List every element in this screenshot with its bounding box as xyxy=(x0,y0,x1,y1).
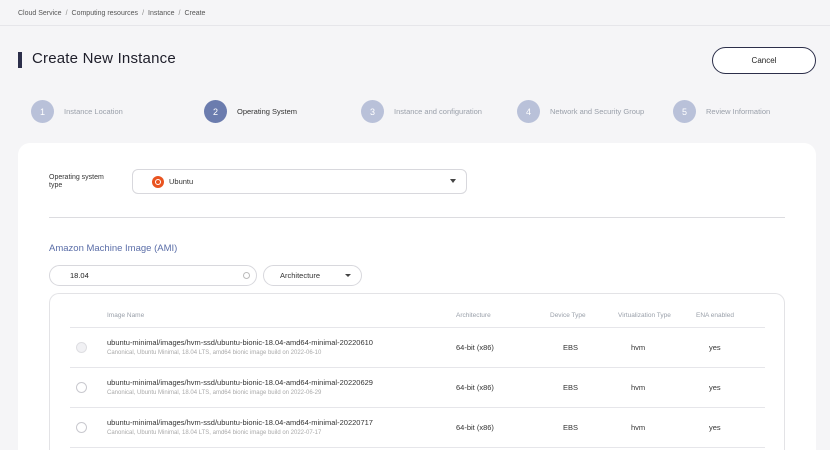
architecture-filter-label: Architecture xyxy=(280,271,321,280)
step-operating-system[interactable]: 2 Operating System xyxy=(204,100,297,123)
ami-table: Image Name Architecture Device Type Virt… xyxy=(49,293,785,450)
section-divider xyxy=(49,217,785,218)
ubuntu-logo-icon xyxy=(152,175,164,188)
header-divider xyxy=(0,25,830,26)
architecture-filter-select[interactable]: Architecture xyxy=(263,265,362,286)
virtualization-cell: hvm xyxy=(631,423,646,432)
breadcrumb: Cloud Service / Computing resources / In… xyxy=(18,8,205,18)
step-number: 3 xyxy=(361,100,384,123)
ena-cell: yes xyxy=(709,343,721,352)
os-type-label: Operating system type xyxy=(49,174,104,189)
architecture-cell: 64-bit (x86) xyxy=(456,343,494,352)
step-number: 2 xyxy=(204,100,227,123)
table-row[interactable]: ubuntu-minimal/images/hvm-ssd/ubuntu-bio… xyxy=(70,407,765,447)
breadcrumb-create: Create xyxy=(184,9,206,17)
virtualization-cell: hvm xyxy=(631,343,646,352)
image-description: Canonical, Ubuntu Minimal, 18.04 LTS, am… xyxy=(107,350,322,356)
ami-section-title: Amazon Machine Image (AMI) xyxy=(49,243,178,254)
column-header-ena-enabled: ENA enabled xyxy=(696,312,734,319)
wizard-stepper: 1 Instance Location 2 Operating System 3… xyxy=(0,100,830,126)
column-header-image-name: Image Name xyxy=(107,312,145,319)
breadcrumb-computing-resources[interactable]: Computing resources xyxy=(72,10,139,17)
ena-cell: yes xyxy=(709,383,721,392)
step-instance-configuration[interactable]: 3 Instance and configuration xyxy=(361,100,482,123)
step-number: 5 xyxy=(673,100,696,123)
column-header-device-type: Device Type xyxy=(550,312,586,319)
row-select-radio[interactable] xyxy=(76,382,87,393)
image-name: ubuntu-minimal/images/hvm-ssd/ubuntu-bio… xyxy=(107,378,373,387)
step-label: Review Information xyxy=(706,107,771,116)
row-select-radio[interactable] xyxy=(76,422,87,433)
architecture-cell: 64-bit (x86) xyxy=(456,383,494,392)
step-label: Operating System xyxy=(237,107,298,116)
device-type-cell: EBS xyxy=(563,383,579,392)
step-number: 1 xyxy=(31,100,54,123)
step-network-security[interactable]: 4 Network and Security Group xyxy=(517,100,644,123)
page-title: Create New Instance xyxy=(32,50,176,67)
chevron-down-icon xyxy=(345,274,351,277)
operating-system-card: Operating system type Ubuntu Amazon Mach… xyxy=(18,143,816,450)
column-header-architecture: Architecture xyxy=(456,312,491,319)
column-header-virtualization-type: Virtualization Type xyxy=(618,312,671,319)
os-type-value: Ubuntu xyxy=(169,177,194,186)
os-type-select[interactable]: Ubuntu xyxy=(132,169,467,194)
device-type-cell: EBS xyxy=(563,423,579,432)
table-row[interactable]: ubuntu-minimal/images/hvm-ssd/ubuntu-bio… xyxy=(70,367,765,407)
step-number: 4 xyxy=(517,100,540,123)
architecture-cell: 64-bit (x86) xyxy=(456,423,494,432)
ena-cell: yes xyxy=(709,423,721,432)
chevron-down-icon xyxy=(450,179,456,183)
search-value: 18.04 xyxy=(70,271,89,280)
image-description: Canonical, Ubuntu Minimal, 18.04 LTS, am… xyxy=(107,430,322,436)
step-label: Instance Location xyxy=(64,107,123,116)
title-accent-bar xyxy=(18,52,22,68)
breadcrumb-separator: / xyxy=(142,9,145,17)
table-row-divider xyxy=(70,447,765,448)
step-review-information[interactable]: 5 Review Information xyxy=(673,100,770,123)
table-row[interactable]: ubuntu-minimal/images/hvm-ssd/ubuntu-bio… xyxy=(70,327,765,367)
image-name: ubuntu-minimal/images/hvm-ssd/ubuntu-bio… xyxy=(107,418,373,427)
image-description: Canonical, Ubuntu Minimal, 18.04 LTS, am… xyxy=(107,390,322,396)
virtualization-cell: hvm xyxy=(631,383,646,392)
image-name: ubuntu-minimal/images/hvm-ssd/ubuntu-bio… xyxy=(107,338,373,347)
row-select-radio[interactable] xyxy=(76,342,87,353)
breadcrumb-cloud-service[interactable]: Cloud Service xyxy=(18,10,62,17)
search-icon[interactable] xyxy=(243,272,250,279)
breadcrumb-instance[interactable]: Instance xyxy=(148,10,174,17)
cancel-button[interactable]: Cancel xyxy=(712,47,816,74)
step-instance-location[interactable]: 1 Instance Location xyxy=(31,100,123,123)
step-label: Instance and configuration xyxy=(394,107,482,116)
device-type-cell: EBS xyxy=(563,343,579,352)
step-label: Network and Security Group xyxy=(550,107,645,116)
breadcrumb-separator: / xyxy=(178,9,181,17)
ami-search-input[interactable]: 18.04 xyxy=(49,265,257,286)
breadcrumb-separator: / xyxy=(65,9,68,17)
